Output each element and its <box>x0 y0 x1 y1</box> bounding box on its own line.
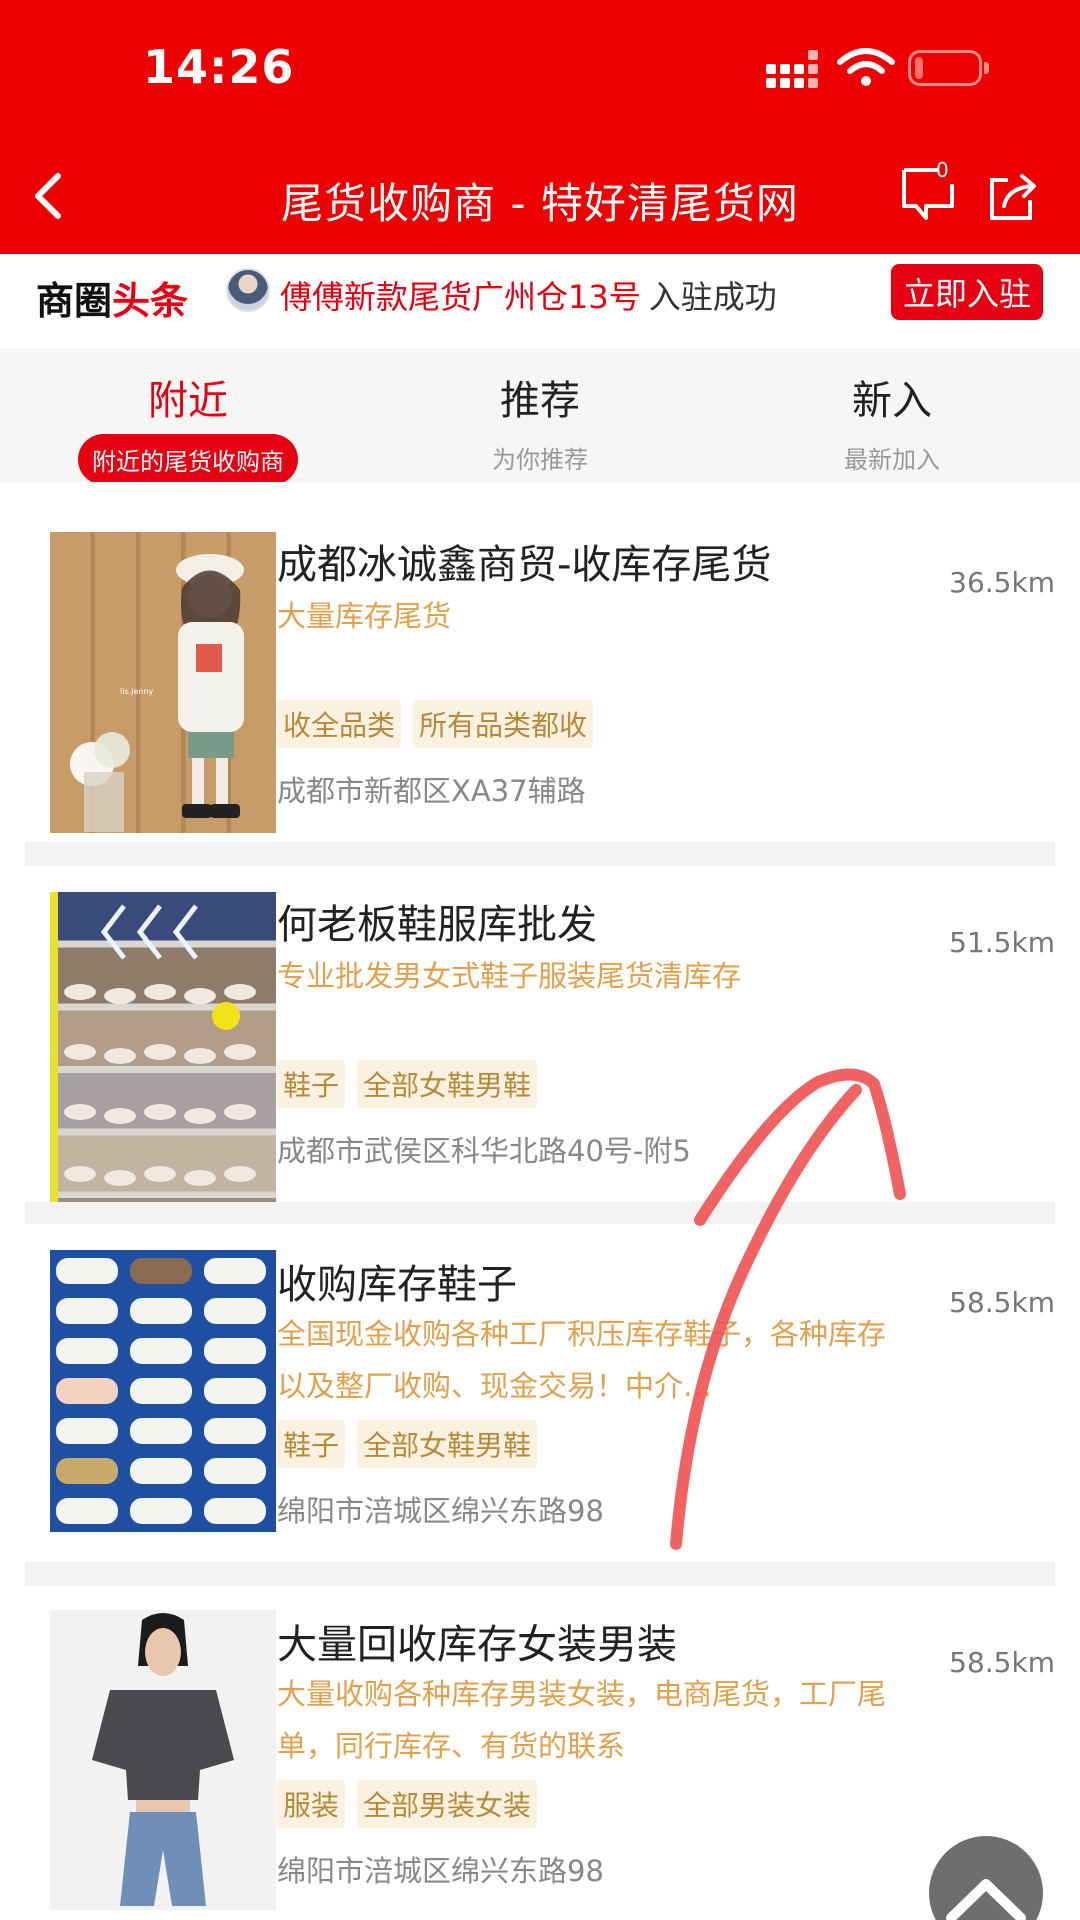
scroll-to-top-button[interactable] <box>929 1836 1043 1920</box>
chevron-up-icon <box>946 1879 1026 1920</box>
annotation-arrow <box>670 1068 906 1550</box>
